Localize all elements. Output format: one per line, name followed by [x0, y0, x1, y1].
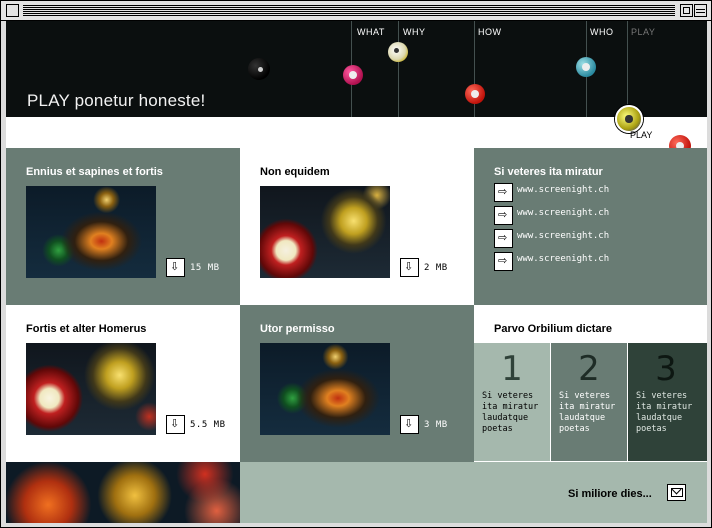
cell-non-equidem: Non equidem ⇩ 2 MB: [240, 148, 474, 305]
white-strip: [6, 117, 707, 148]
billiard-ball-icon[interactable]: [388, 42, 408, 62]
cell-links: Si veteres ita miratur ⇨ www.screenight.c…: [474, 148, 707, 305]
download-arrow-icon: ⇩: [170, 260, 180, 273]
nav-who[interactable]: WHO: [590, 27, 614, 37]
download-arrow-icon: ⇩: [404, 260, 414, 273]
billiard-ball-icon[interactable]: [576, 57, 596, 77]
collapse-box-icon[interactable]: [694, 4, 707, 17]
pool-balls-image[interactable]: [26, 186, 156, 278]
numbered-list: 1 Si veteres ita miratur laudatque poeta…: [474, 343, 707, 462]
download-button[interactable]: ⇩: [166, 258, 185, 277]
mail-button[interactable]: [667, 484, 686, 501]
link-arrow-icon[interactable]: ⇨: [494, 252, 513, 271]
item-number: 3: [655, 349, 677, 389]
item-number: 2: [578, 349, 600, 389]
cell-title: Utor permisso: [260, 323, 335, 335]
link-arrow-icon[interactable]: ⇨: [494, 229, 513, 248]
item-text: Si veteres ita miratur laudatque poetas: [482, 391, 539, 434]
cell-title: Si veteres ita miratur: [494, 166, 603, 178]
item-text: Si veteres ita miratur laudatque poetas: [559, 391, 616, 434]
download-arrow-icon: ⇩: [170, 417, 180, 430]
download-arrow-icon: ⇩: [404, 417, 414, 430]
footer-panel: Si miliore dies...: [240, 462, 707, 523]
cell-title: Parvo Orbilium dictare: [494, 323, 612, 335]
file-size: 2 MB: [424, 263, 448, 273]
item-number: 1: [501, 349, 523, 389]
footer-link[interactable]: Si miliore dies...: [568, 488, 652, 500]
link-url[interactable]: www.screenight.ch: [517, 185, 609, 195]
billiard-ball-icon[interactable]: [343, 65, 363, 85]
title-bar-stripes: [23, 5, 675, 16]
numbered-item-3[interactable]: 3 Si veteres ita miratur laudatque poeta…: [628, 343, 707, 461]
billiard-ball-icon[interactable]: [615, 105, 643, 133]
current-section-label: PLAY: [630, 130, 653, 140]
file-size: 3 MB: [424, 420, 448, 430]
link-arrow-icon[interactable]: ⇨: [494, 183, 513, 202]
pool-ball-seven-image[interactable]: [26, 343, 156, 435]
cell-parvo: Parvo Orbilium dictare 1 Si veteres ita …: [474, 305, 707, 462]
item-text: Si veteres ita miratur laudatque poetas: [636, 391, 693, 434]
nav-what[interactable]: WHAT: [357, 27, 385, 37]
cell-fortis: Fortis et alter Homerus ⇩ 5.5 MB: [6, 305, 240, 462]
download-button[interactable]: ⇩: [400, 415, 419, 434]
billiard-ball-icon[interactable]: [248, 58, 270, 80]
pool-balls-image[interactable]: [260, 343, 390, 435]
cell-utor: Utor permisso ⇩ 3 MB: [240, 305, 474, 462]
nav-line: [398, 21, 399, 117]
link-url[interactable]: www.screenight.ch: [517, 208, 609, 218]
page-content: WHAT WHY HOW WHO PLAY PLAY ponetur hones…: [6, 21, 707, 523]
link-url[interactable]: www.screenight.ch: [517, 231, 609, 241]
file-size: 15 MB: [190, 263, 220, 273]
pool-balls-blur-image: [6, 462, 240, 523]
file-size: 5.5 MB: [190, 420, 226, 430]
hero-banner: WHAT WHY HOW WHO PLAY PLAY ponetur hones…: [6, 21, 707, 117]
cell-title: Ennius et sapines et fortis: [26, 166, 163, 178]
browser-window: WHAT WHY HOW WHO PLAY PLAY ponetur hones…: [0, 0, 712, 528]
cell-title: Fortis et alter Homerus: [26, 323, 147, 335]
close-box-icon[interactable]: [6, 4, 19, 17]
mail-icon: [671, 488, 683, 497]
cell-ennius: Ennius et sapines et fortis ⇩ 15 MB: [6, 148, 240, 305]
download-button[interactable]: ⇩: [166, 415, 185, 434]
zoom-box-icon[interactable]: [680, 4, 693, 17]
title-bar[interactable]: [1, 1, 711, 21]
nav-line: [627, 21, 628, 117]
footer-image: [6, 462, 240, 523]
pool-ball-seven-image[interactable]: [260, 186, 390, 278]
nav-how[interactable]: HOW: [478, 27, 502, 37]
page-title: PLAY ponetur honeste!: [27, 91, 206, 110]
link-url[interactable]: www.screenight.ch: [517, 254, 609, 264]
numbered-item-1[interactable]: 1 Si veteres ita miratur laudatque poeta…: [474, 343, 550, 461]
nav-play[interactable]: PLAY: [631, 27, 655, 37]
numbered-item-2[interactable]: 2 Si veteres ita miratur laudatque poeta…: [551, 343, 627, 461]
nav-why[interactable]: WHY: [403, 27, 426, 37]
cell-title: Non equidem: [260, 166, 330, 178]
download-button[interactable]: ⇩: [400, 258, 419, 277]
link-arrow-icon[interactable]: ⇨: [494, 206, 513, 225]
billiard-ball-icon[interactable]: [465, 84, 485, 104]
